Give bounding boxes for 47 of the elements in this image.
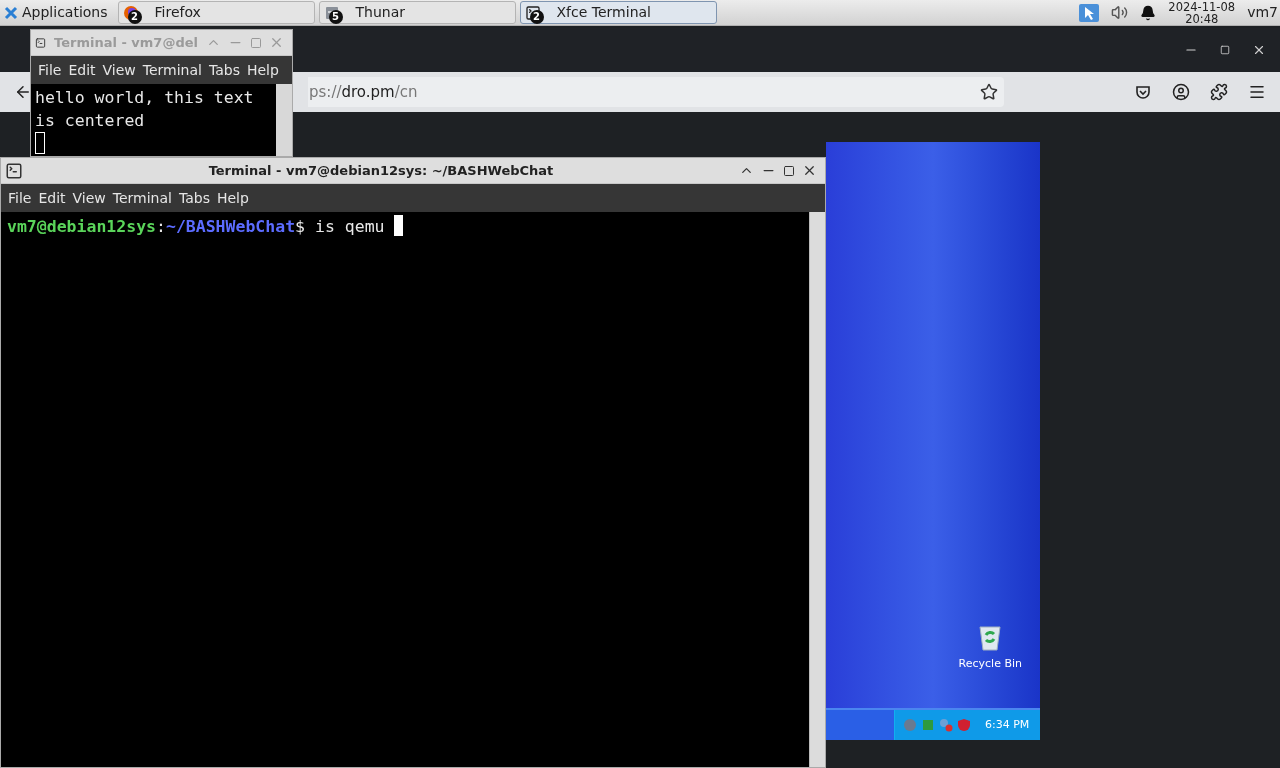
menu-item[interactable]: File [35,59,65,81]
bookmark-star-icon[interactable] [980,83,998,101]
menu-item[interactable]: Terminal [109,187,175,209]
menu-item[interactable]: View [69,187,109,209]
prompt-line: vm7@debian12sys:~/BASHWebChat$ is qemu [7,216,386,238]
count-badge: 2 [529,10,544,24]
menu-item[interactable]: Edit [35,187,69,209]
window-title: Terminal - vm7@debian12sys: ~/BASHWebChat [207,161,555,180]
tray-clock: 6:34 PM [985,716,1030,733]
cursor-icon[interactable] [1079,3,1100,22]
pocket-icon[interactable] [1134,83,1152,101]
taskbar-button[interactable]: 5 Thunar [318,1,516,24]
taskbar-button[interactable]: 2 Xfce Terminal [519,1,717,24]
user-name[interactable]: vm7 [1247,2,1278,23]
window-title: Terminal - vm7@del [54,33,198,52]
scrollbar[interactable] [809,212,825,767]
applications-menu[interactable]: Applications [0,0,116,25]
output-line: is centered [35,110,146,132]
terminal-icon [5,161,23,180]
desktop-icon-label[interactable]: Recycle Bin [958,655,1022,672]
taskbar-button[interactable]: 2 Firefox [117,1,315,24]
menu-icon[interactable] [1248,83,1266,101]
menu-item[interactable]: Terminal [139,59,205,81]
menu-item[interactable]: File [5,187,35,209]
menu-item[interactable]: Tabs [205,59,243,81]
maximize-icon[interactable] [783,164,795,177]
menu-item[interactable]: Help [243,59,282,81]
menu-item[interactable]: Edit [65,59,99,81]
clock-time[interactable]: 20:48 [1185,12,1219,25]
xfce-icon [4,5,18,20]
scrollbar[interactable] [276,84,292,156]
menu-item[interactable]: View [99,59,139,81]
url-text: ps://dro.pm/cn [309,81,418,103]
text-cursor [35,132,45,154]
notification-icon[interactable] [1140,4,1157,21]
volume-icon[interactable] [1111,4,1129,21]
account-icon[interactable] [1172,83,1190,101]
back-icon[interactable] [14,83,32,101]
output-line: hello world, this text [35,87,255,109]
address-bar[interactable]: ps://dro.pm/cn [308,77,1004,107]
close-icon[interactable] [802,163,817,178]
menu-item[interactable]: Tabs [175,187,213,209]
clock-date[interactable]: 2024-11-08 [1168,0,1236,13]
close-icon[interactable] [1252,43,1266,57]
extensions-icon[interactable] [1210,83,1228,101]
text-cursor [394,215,404,236]
menu-item[interactable]: Help [213,187,252,209]
